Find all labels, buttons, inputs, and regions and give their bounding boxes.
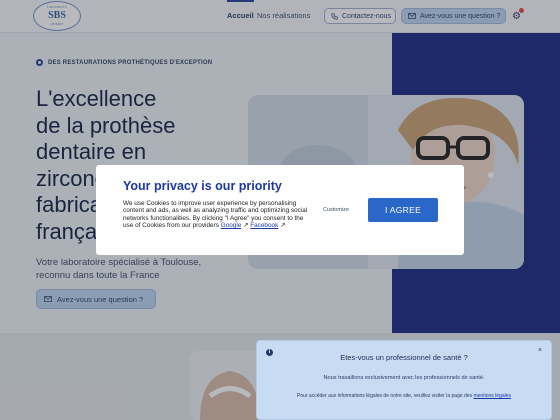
health-professional-notice: i × Etes-vous un professionnel de santé … — [256, 340, 552, 420]
cookie-modal-title: Your privacy is our priority — [123, 179, 282, 193]
notice-title: Etes-vous un professionnel de santé ? — [340, 353, 468, 362]
legal-notice-link[interactable]: mentions légales — [473, 393, 511, 399]
external-link-icon: ↗ — [280, 221, 286, 229]
external-link-icon: ↗ — [243, 221, 249, 229]
notice-line-2: Pour accéder aux informations légales de… — [257, 393, 551, 399]
cookie-modal-body: We use Cookies to improve user experienc… — [123, 200, 313, 229]
google-link[interactable]: Google — [221, 222, 242, 229]
facebook-link[interactable]: Facebook — [250, 222, 278, 229]
agree-button[interactable]: I AGREE — [368, 198, 438, 222]
customize-button[interactable]: Customize — [323, 207, 349, 213]
notice-line-2-text: Pour accéder aux informations légales de… — [296, 393, 473, 399]
notice-line-1: Nous travaillons exclusivement avec les … — [323, 375, 485, 381]
